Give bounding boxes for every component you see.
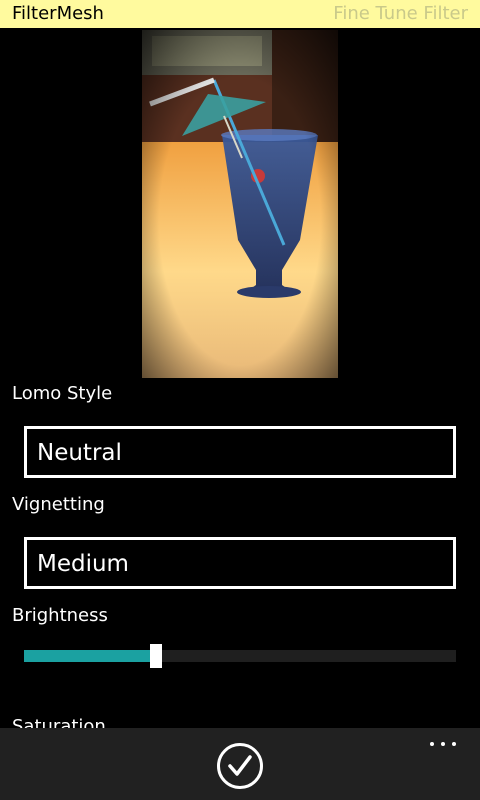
lomo-style-label: Lomo Style [12,383,113,404]
vignetting-value: Medium [37,551,129,577]
vignetting-picker[interactable]: Medium [24,537,456,589]
photo-preview [142,30,338,378]
ellipsis-dot [452,742,456,746]
brightness-label: Brightness [12,605,108,626]
brightness-slider[interactable] [24,644,456,668]
ellipsis-dot [441,742,445,746]
brightness-slider-fill [24,650,150,662]
app-title: FilterMesh [12,3,104,24]
header-bar: FilterMesh Fine Tune Filter [0,0,480,28]
application-bar [0,728,480,800]
page-title: Fine Tune Filter [333,3,468,24]
more-options-button[interactable] [424,736,464,752]
lomo-style-picker[interactable]: Neutral [24,426,456,478]
brightness-slider-thumb[interactable] [150,644,162,668]
confirm-button[interactable] [216,742,264,790]
ellipsis-icon [430,742,434,746]
lomo-style-value: Neutral [37,440,122,466]
vignetting-label: Vignetting [12,494,105,515]
check-circle-icon [217,743,263,789]
